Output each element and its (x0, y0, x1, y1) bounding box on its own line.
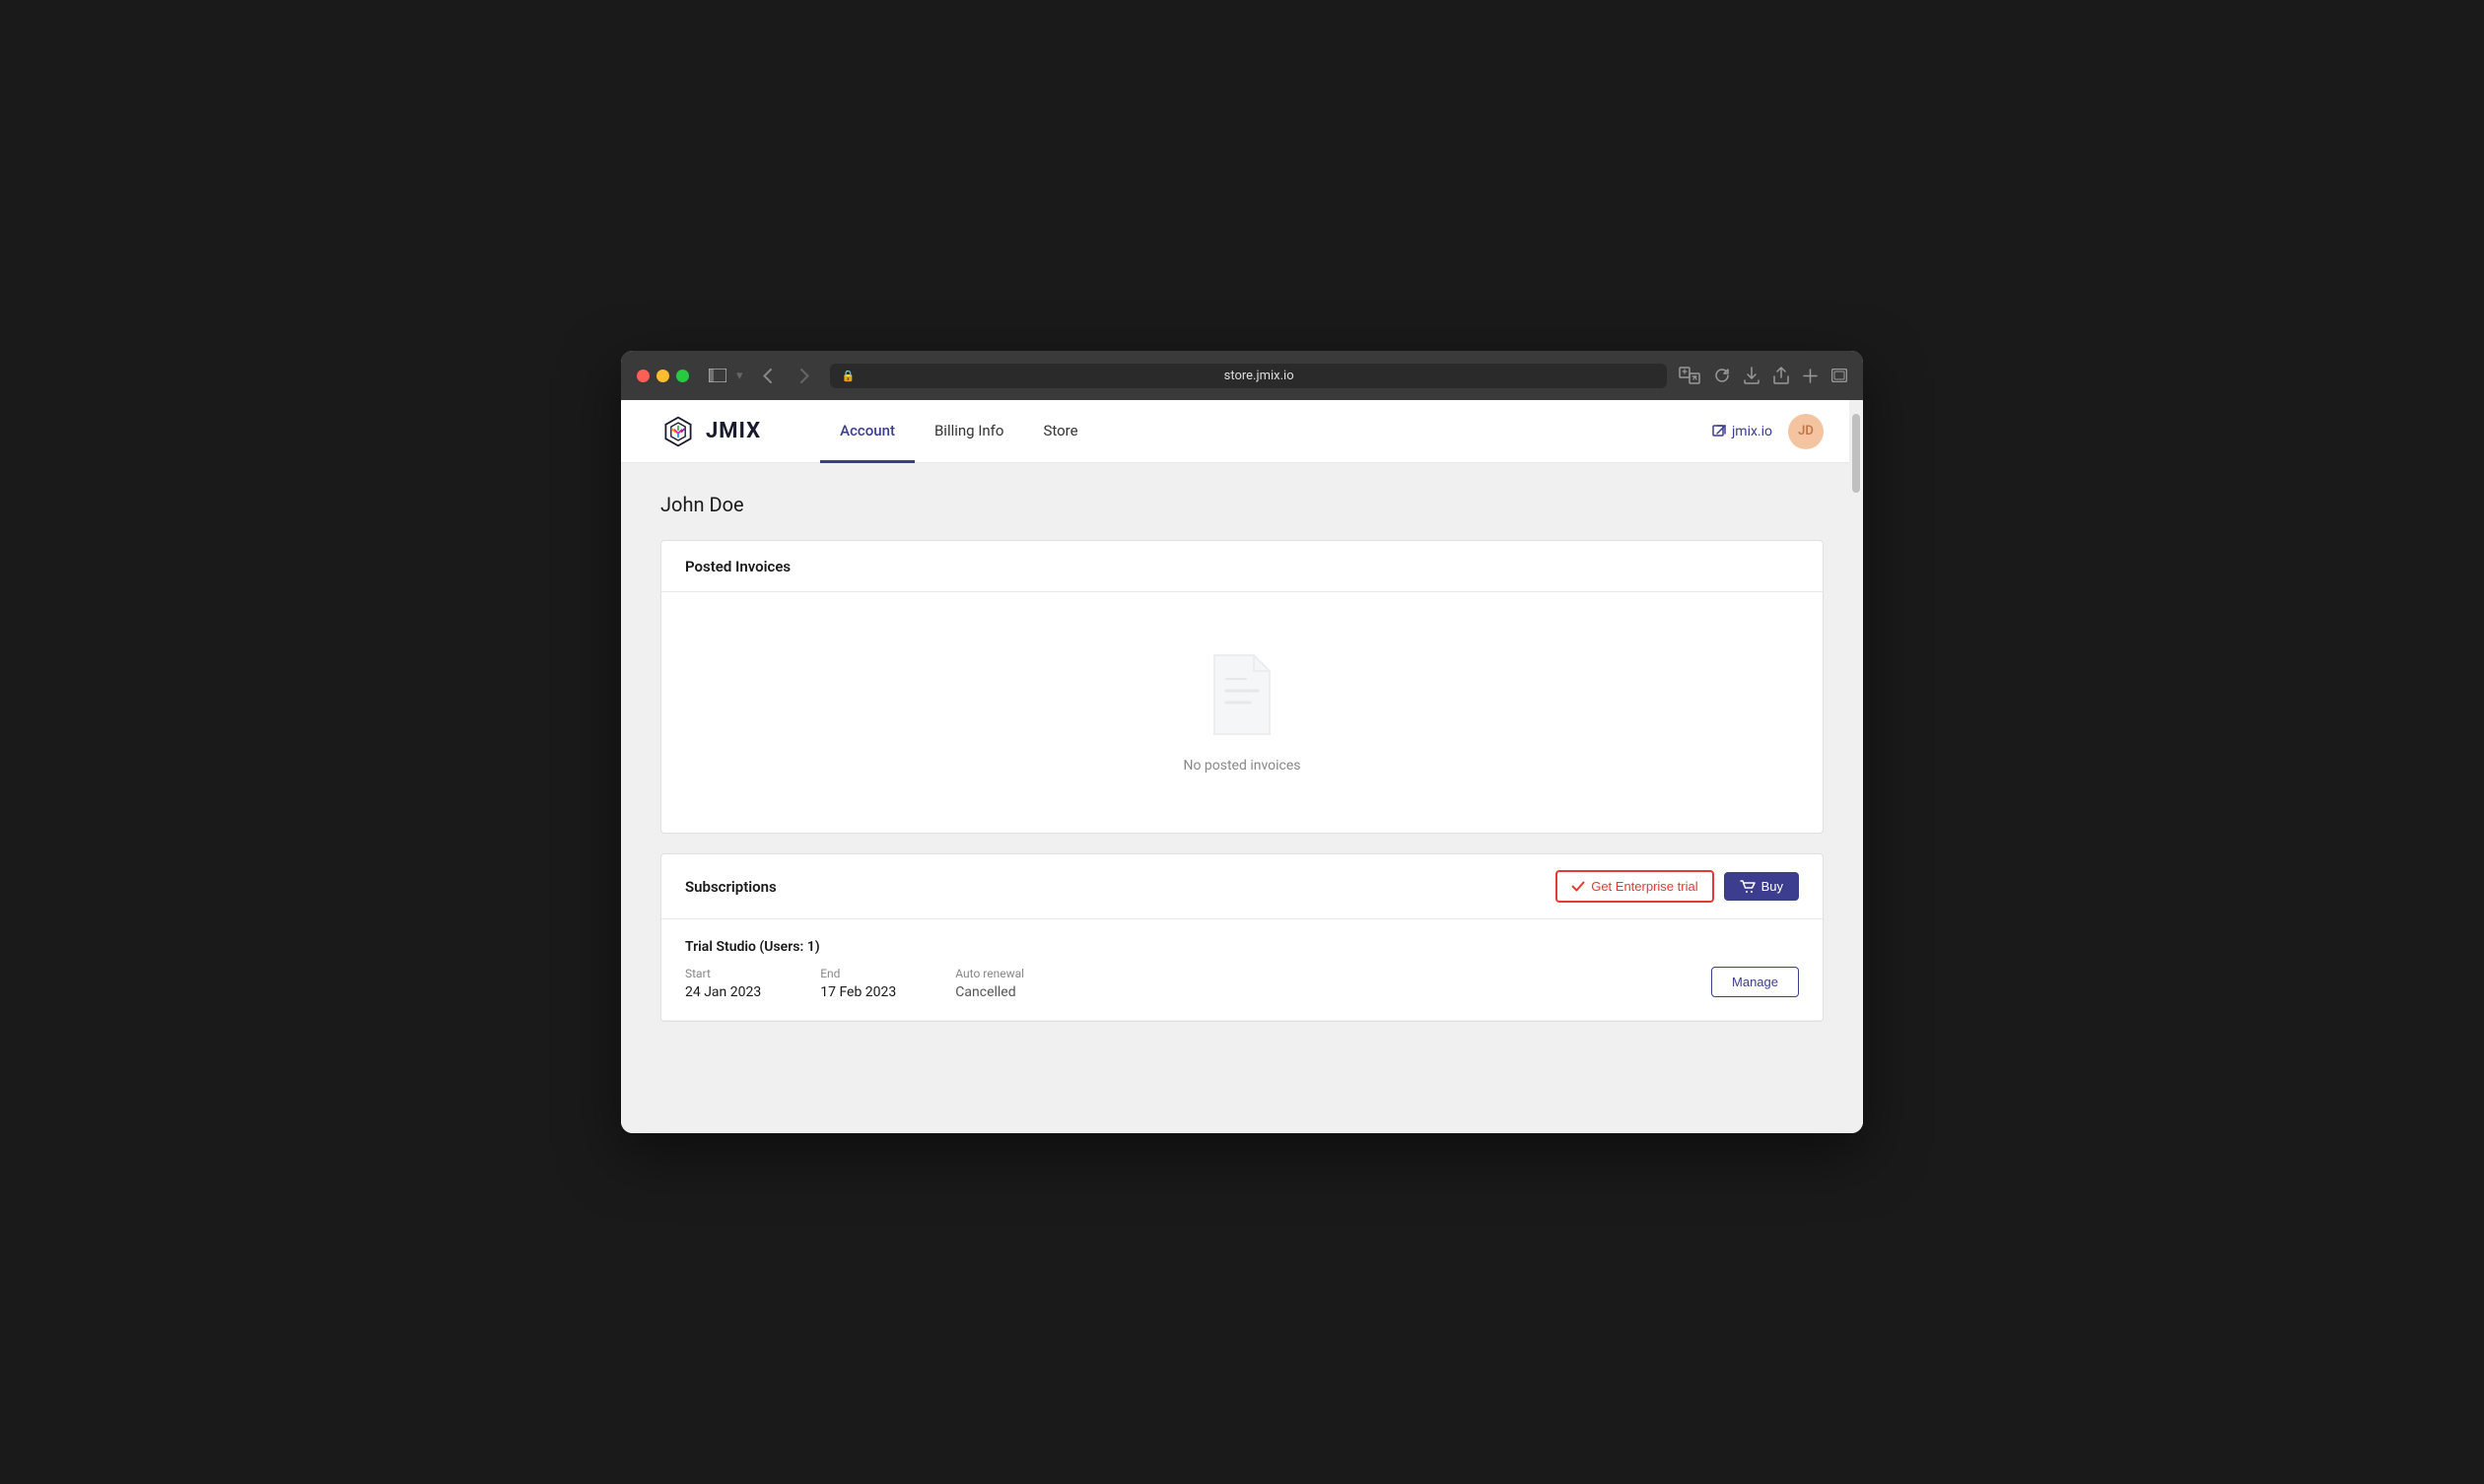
browser-controls: ▾ (709, 369, 743, 383)
new-tab-button[interactable] (1803, 369, 1818, 383)
external-link-icon (1712, 425, 1726, 438)
tab-overview-button[interactable] (1831, 369, 1847, 382)
checkmark-icon (1571, 881, 1585, 892)
subscriptions-card: Subscriptions Get Enterprise trial (660, 853, 1824, 1022)
subscription-actions: Get Enterprise trial Buy (1555, 870, 1799, 903)
back-button[interactable] (755, 363, 781, 388)
subscription-name: Trial Studio (Users: 1) (685, 939, 1799, 955)
end-value: 17 Feb 2023 (820, 984, 896, 1000)
forward-button[interactable] (793, 363, 818, 388)
cart-icon (1740, 880, 1756, 894)
invoices-card-header: Posted Invoices (661, 541, 1823, 592)
site-navigation: JMIX Account Billing Info Store jmix.i (621, 400, 1863, 463)
start-value: 24 Jan 2023 (685, 984, 761, 1000)
url-text: store.jmix.io (862, 369, 1655, 383)
scrollbar[interactable] (1849, 400, 1863, 1133)
invoices-empty-text: No posted invoices (1183, 758, 1300, 774)
browser-chrome: ▾ 🔒 store.jmix.io (621, 351, 1863, 400)
enterprise-trial-label: Get Enterprise trial (1591, 879, 1697, 894)
start-date-group: Start 24 Jan 2023 (685, 967, 761, 1000)
maximize-window-button[interactable] (676, 370, 689, 382)
close-window-button[interactable] (637, 370, 650, 382)
download-button[interactable] (1744, 367, 1760, 384)
share-button[interactable] (1773, 367, 1789, 384)
user-avatar[interactable]: JD (1788, 414, 1824, 449)
renewal-label: Auto renewal (955, 967, 1024, 980)
browser-content-wrapper: JMIX Account Billing Info Store jmix.i (621, 400, 1863, 1133)
end-label: End (820, 967, 896, 980)
invoices-empty-state: No posted invoices (661, 592, 1823, 833)
logo-area: JMIX (660, 414, 761, 449)
nav-right: jmix.io JD (1712, 414, 1824, 449)
manage-button[interactable]: Manage (1711, 967, 1799, 997)
renewal-value: Cancelled (955, 984, 1024, 1000)
nav-tabs: Account Billing Info Store (820, 400, 1097, 462)
traffic-lights (637, 370, 689, 382)
invoices-card: Posted Invoices No posted (660, 540, 1824, 834)
buy-button[interactable]: Buy (1724, 872, 1799, 901)
tab-billing[interactable]: Billing Info (915, 400, 1024, 463)
subscription-item: Trial Studio (Users: 1) Start 24 Jan 202… (661, 919, 1823, 1021)
empty-document-icon (1207, 651, 1277, 742)
user-initials: JD (1798, 424, 1814, 438)
subscription-details: Start 24 Jan 2023 End 17 Feb 2023 Auto r… (685, 967, 1799, 1000)
address-bar[interactable]: 🔒 store.jmix.io (830, 364, 1667, 388)
subscriptions-title: Subscriptions (685, 878, 777, 896)
jmix-external-link[interactable]: jmix.io (1712, 424, 1772, 439)
logo-text: JMIX (706, 419, 761, 443)
lock-icon: 🔒 (842, 370, 856, 382)
page-content: JMIX Account Billing Info Store jmix.i (621, 400, 1863, 1133)
invoices-title: Posted Invoices (685, 558, 791, 575)
sidebar-toggle-button[interactable] (709, 369, 726, 382)
auto-renewal-group: Auto renewal Cancelled (955, 967, 1024, 1000)
jmix-logo-icon (660, 414, 696, 449)
translate-button[interactable] (1679, 367, 1700, 384)
manage-btn-wrapper: Manage (1711, 967, 1799, 997)
minimize-window-button[interactable] (656, 370, 669, 382)
buy-label: Buy (1761, 879, 1783, 894)
browser-window: ▾ 🔒 store.jmix.io (621, 351, 1863, 1133)
tab-account[interactable]: Account (820, 400, 915, 463)
browser-actions (1679, 367, 1847, 384)
main-content: John Doe Posted Invoices (621, 463, 1863, 1133)
get-enterprise-trial-button[interactable]: Get Enterprise trial (1555, 870, 1713, 903)
end-date-group: End 17 Feb 2023 (820, 967, 896, 1000)
page-title: John Doe (660, 493, 1824, 516)
reload-button[interactable] (1714, 368, 1730, 383)
jmix-link-text: jmix.io (1732, 424, 1772, 439)
start-label: Start (685, 967, 761, 980)
scrollbar-thumb[interactable] (1852, 414, 1860, 493)
subscriptions-card-header: Subscriptions Get Enterprise trial (661, 854, 1823, 919)
tab-store[interactable]: Store (1023, 400, 1097, 463)
